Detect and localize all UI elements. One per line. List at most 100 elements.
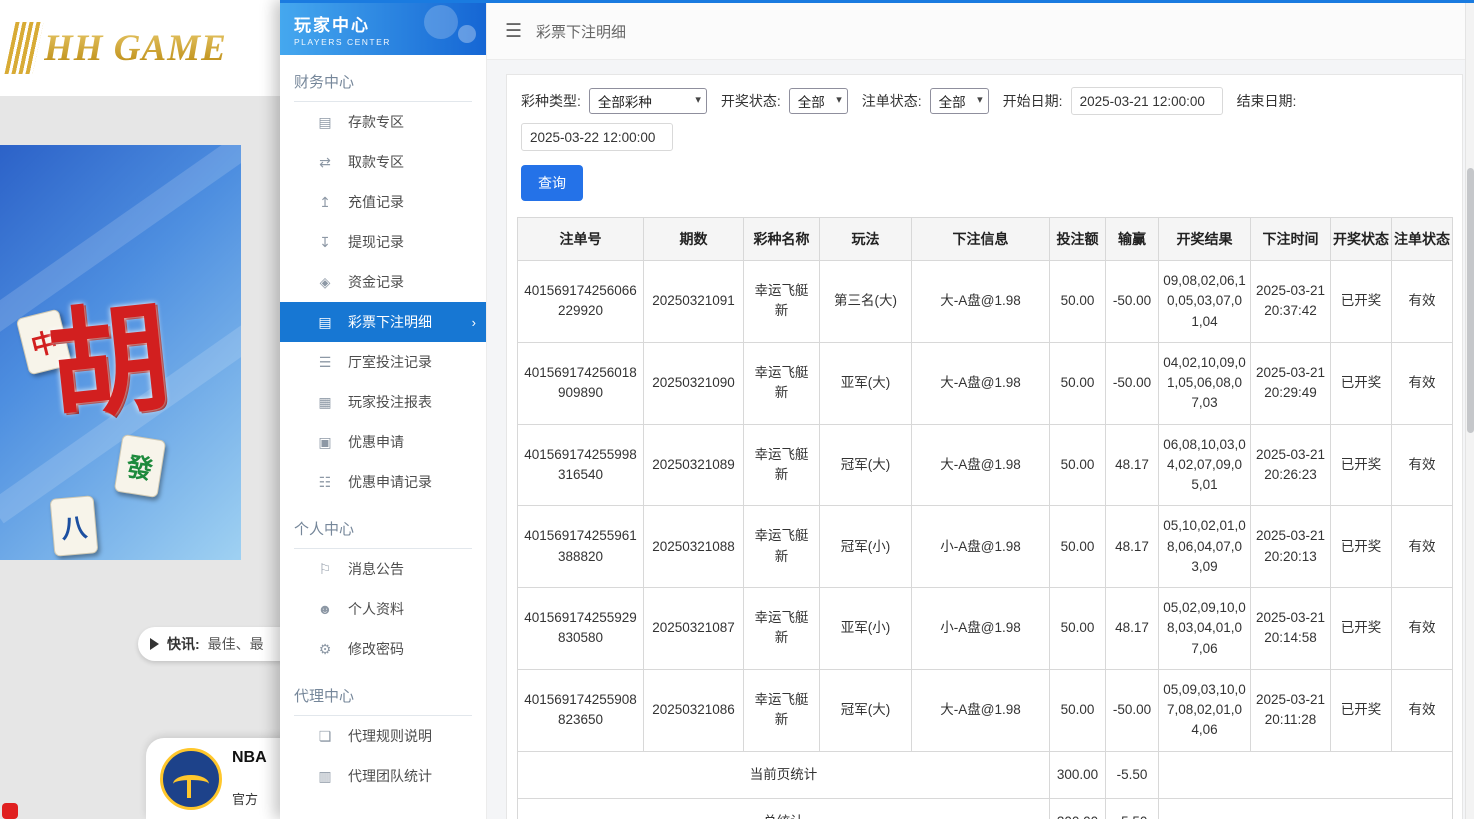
page-scrollbar[interactable] xyxy=(1465,3,1474,819)
sidebar-item-profile[interactable]: ☻个人资料 xyxy=(280,589,486,629)
sidebar-item-withdraw-zone[interactable]: ⇄取款专区 xyxy=(280,142,486,182)
start-date-input[interactable] xyxy=(1071,87,1223,115)
cell-win-loss: -50.00 xyxy=(1106,669,1159,751)
sidebar-item-label: 玩家投注报表 xyxy=(348,392,432,412)
decor-circle-icon xyxy=(458,25,476,43)
sidebar-item-label: 充值记录 xyxy=(348,192,404,212)
column-header-play: 玩法 xyxy=(820,218,912,261)
grand-total-bet: 300.00 xyxy=(1050,798,1106,819)
sidebar-item-promo-apply[interactable]: ▣优惠申请 xyxy=(280,422,486,462)
sidebar-item-label: 代理团队统计 xyxy=(348,766,432,786)
cell-order-no: 401569174255929830580 xyxy=(518,588,644,670)
cell-win-loss: 48.17 xyxy=(1106,588,1159,670)
page-total-label: 当前页统计 xyxy=(518,751,1050,798)
cell-draw-status: 已开奖 xyxy=(1331,506,1392,588)
scrollbar-thumb[interactable] xyxy=(1467,168,1474,433)
page-total-row: 当前页统计 300.00 -5.50 xyxy=(518,751,1453,798)
sidebar-item-agent-team[interactable]: ▥代理团队统计 xyxy=(280,756,486,796)
cell-lottery-name: 幸运飞艇新 xyxy=(744,342,820,424)
cell-bet-time: 2025-03-21 20:20:13 xyxy=(1251,506,1331,588)
cell-draw-result: 06,08,10,03,04,02,07,09,05,01 xyxy=(1159,424,1251,506)
cell-draw-result: 05,10,02,01,08,06,04,07,03,09 xyxy=(1159,506,1251,588)
cell-play: 冠军(大) xyxy=(820,669,912,751)
lottery-type-select[interactable]: 全部彩种 ▾ xyxy=(589,88,707,114)
sidebar-item-label: 提现记录 xyxy=(348,232,404,252)
sidebar-item-hall-bet-record[interactable]: ☰厅室投注记录 xyxy=(280,342,486,382)
sidebar-section-title: 个人中心 xyxy=(294,518,472,549)
background-site: HH GAME 中 發 八 胡 快讯: 最佳、最 NBA 官方 xyxy=(0,0,300,819)
grand-total-empty xyxy=(1159,798,1453,819)
cell-win-loss: 48.17 xyxy=(1106,506,1159,588)
sidebar-item-recharge-record[interactable]: ↥充值记录 xyxy=(280,182,486,222)
page-total-bet: 300.00 xyxy=(1050,751,1106,798)
sidebar-item-message[interactable]: ⚐消息公告 xyxy=(280,549,486,589)
chevron-right-icon: › xyxy=(472,315,476,330)
corner-badge-icon xyxy=(2,803,18,819)
cell-bet-time: 2025-03-21 20:26:23 xyxy=(1251,424,1331,506)
nba-logo-icon xyxy=(160,748,222,810)
sidebar-item-label: 优惠申请记录 xyxy=(348,472,432,492)
cell-play: 冠军(小) xyxy=(820,506,912,588)
cell-issue: 20250321091 xyxy=(644,261,744,343)
cell-win-loss: -50.00 xyxy=(1106,261,1159,343)
cell-bet-info: 大-A盘@1.98 xyxy=(912,342,1050,424)
cell-issue: 20250321088 xyxy=(644,506,744,588)
bet-detail-card: 彩种类型: 全部彩种 ▾ 开奖状态: 全部 ▾ 注单状态: 全部 ▾ xyxy=(506,74,1463,819)
site-header: HH GAME xyxy=(0,0,300,96)
column-header-win-loss: 输赢 xyxy=(1106,218,1159,261)
menu-toggle-icon[interactable]: ☰ xyxy=(505,20,522,43)
cell-order-no: 401569174256018909890 xyxy=(518,342,644,424)
cell-issue: 20250321090 xyxy=(644,342,744,424)
sidebar-item-withdraw-record[interactable]: ↧提现记录 xyxy=(280,222,486,262)
cell-order-status: 有效 xyxy=(1392,424,1453,506)
column-header-bet-info: 下注信息 xyxy=(912,218,1050,261)
sidebar-header: 玩家中心 PLAYERS CENTER xyxy=(280,3,486,55)
cell-bet-amount: 50.00 xyxy=(1050,261,1106,343)
nba-subtitle: 官方 xyxy=(232,789,267,808)
nba-card[interactable]: NBA 官方 xyxy=(146,738,300,819)
cell-bet-info: 小-A盘@1.98 xyxy=(912,588,1050,670)
cell-play: 第三名(大) xyxy=(820,261,912,343)
cell-order-no: 401569174255961388820 xyxy=(518,506,644,588)
lottery-bet-detail-icon: ▤ xyxy=(316,314,334,331)
main-area: ☰ 彩票下注明细 彩种类型: 全部彩种 ▾ 开奖状态: 全部 ▾ 注单状态: xyxy=(487,3,1474,819)
sidebar-item-player-bet-report[interactable]: ▦玩家投注报表 xyxy=(280,382,486,422)
agent-rules-icon: ❏ xyxy=(316,728,334,745)
sidebar-item-label: 彩票下注明细 xyxy=(348,312,432,332)
grand-total-label: 总统计 xyxy=(518,798,1050,819)
start-date-label: 开始日期: xyxy=(1003,91,1063,111)
sidebar-item-promo-apply-record[interactable]: ☷优惠申请记录 xyxy=(280,462,486,502)
player-center-panel: 玩家中心 PLAYERS CENTER 财务中心▤存款专区⇄取款专区↥充值记录↧… xyxy=(280,0,1474,819)
table-row: 40156917425596138882020250321088幸运飞艇新冠军(… xyxy=(518,506,1453,588)
order-status-label: 注单状态: xyxy=(862,91,922,111)
news-label: 快讯: xyxy=(167,634,200,654)
end-date-input[interactable] xyxy=(521,123,673,151)
draw-status-select[interactable]: 全部 ▾ xyxy=(789,88,848,114)
cell-draw-result: 09,08,02,06,10,05,03,07,01,04 xyxy=(1159,261,1251,343)
draw-status-value: 全部 xyxy=(798,91,825,111)
sidebar-item-funds-record[interactable]: ◈资金记录 xyxy=(280,262,486,302)
sidebar-section-title: 财务中心 xyxy=(294,71,472,102)
sidebar-section-title: 代理中心 xyxy=(294,685,472,716)
cell-order-no: 401569174255998316540 xyxy=(518,424,644,506)
speaker-icon xyxy=(150,638,165,650)
cell-order-no: 401569174255908823650 xyxy=(518,669,644,751)
order-status-select[interactable]: 全部 ▾ xyxy=(930,88,989,114)
cell-order-status: 有效 xyxy=(1392,261,1453,343)
cell-order-no: 401569174256066229920 xyxy=(518,261,644,343)
query-button[interactable]: 查询 xyxy=(521,165,583,201)
promo-apply-icon: ▣ xyxy=(316,434,334,451)
grand-total-row: 总统计 300.00 -5.50 xyxy=(518,798,1453,819)
sidebar-item-password[interactable]: ⚙修改密码 xyxy=(280,629,486,669)
table-row: 40156917425601890989020250321090幸运飞艇新亚军(… xyxy=(518,342,1453,424)
cell-bet-info: 小-A盘@1.98 xyxy=(912,506,1050,588)
draw-status-label: 开奖状态: xyxy=(721,91,781,111)
password-icon: ⚙ xyxy=(316,641,334,658)
sidebar-item-agent-rules[interactable]: ❏代理规则说明 xyxy=(280,716,486,756)
chevron-down-icon: ▾ xyxy=(836,93,842,106)
sidebar-item-lottery-bet-detail[interactable]: ▤ 彩票下注明细 › xyxy=(280,302,486,342)
table-row: 40156917425592983058020250321087幸运飞艇新亚军(… xyxy=(518,588,1453,670)
page-total-empty xyxy=(1159,751,1453,798)
sidebar-item-deposit[interactable]: ▤存款专区 xyxy=(280,102,486,142)
news-ticker[interactable]: 快讯: 最佳、最 xyxy=(138,627,300,661)
